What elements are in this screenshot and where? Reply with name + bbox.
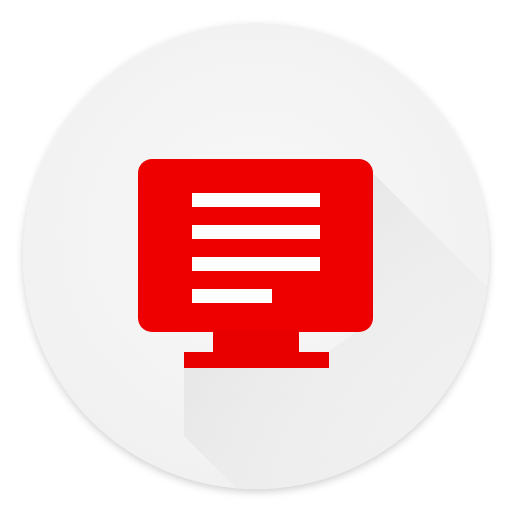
monitor-base	[184, 352, 329, 368]
monitor-neck	[213, 330, 299, 354]
app-icon-canvas	[0, 0, 512, 512]
text-line	[192, 257, 320, 271]
monitor-screen	[138, 159, 373, 332]
app-icon	[23, 23, 489, 489]
text-line	[192, 225, 320, 239]
text-line	[192, 193, 320, 207]
text-line	[192, 289, 272, 303]
